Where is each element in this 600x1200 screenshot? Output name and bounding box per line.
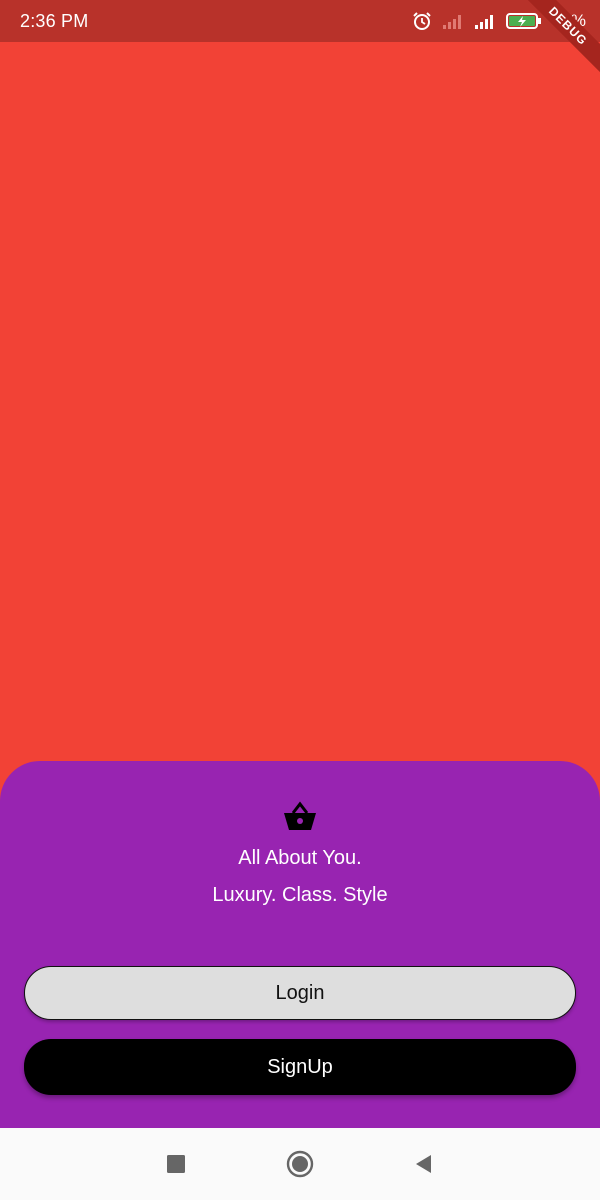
navigation-bar — [0, 1128, 600, 1200]
recents-square-icon[interactable] — [162, 1150, 190, 1178]
status-bar: 2:36 PM — [0, 0, 600, 42]
tagline-secondary: Luxury. Class. Style — [212, 884, 388, 906]
signal-icon — [474, 13, 496, 29]
signal-weak-icon — [442, 13, 464, 29]
welcome-sheet: All About You. Luxury. Class. Style Logi… — [0, 761, 600, 1128]
alarm-icon — [412, 11, 432, 31]
home-circle-icon[interactable] — [286, 1150, 314, 1178]
status-time: 2:36 PM — [20, 10, 89, 31]
tagline-primary: All About You. — [238, 847, 362, 869]
shopping-basket-icon — [283, 801, 317, 831]
battery-charging-icon — [505, 12, 542, 30]
back-triangle-icon[interactable] — [410, 1150, 438, 1178]
app-screen: 2:36 PM DEBUG All About You. Luxury. Cla… — [0, 0, 600, 1200]
login-button[interactable]: Login — [24, 966, 576, 1020]
signup-button[interactable]: SignUp — [24, 1039, 576, 1095]
